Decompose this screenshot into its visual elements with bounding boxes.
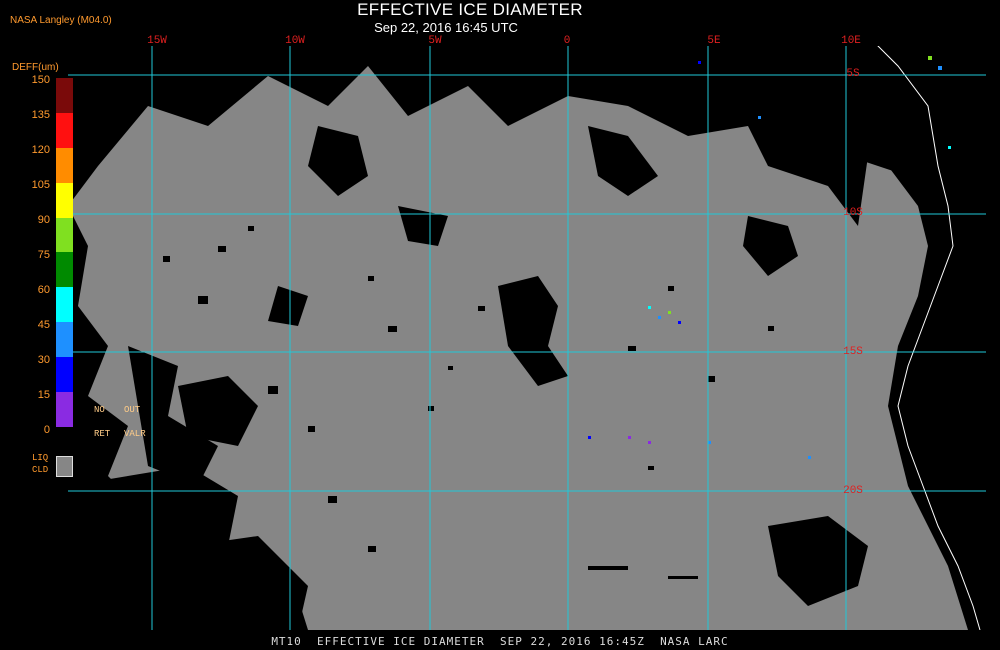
no-ret-label-line2: RET [94, 429, 111, 439]
color-scale-segment [56, 357, 73, 393]
legend-tick: 30 [37, 354, 50, 366]
satellite-map[interactable] [68, 46, 986, 630]
out-valr-label-line2: VALR [124, 429, 146, 439]
liq-cld-label-line2: CLD [32, 465, 49, 475]
out-valr-label-line1: OUT [124, 405, 141, 415]
color-scale-segment [56, 78, 73, 113]
color-scale-segment [56, 112, 73, 148]
legend-tick: 15 [37, 389, 50, 401]
legend-tick: 105 [31, 179, 50, 191]
legend-tick: 90 [37, 214, 50, 226]
legend-tick: 135 [31, 109, 50, 121]
footer-caption: MT10 EFFECTIVE ICE DIAMETER SEP 22, 2016… [271, 635, 729, 648]
color-scale-segment [56, 147, 73, 183]
lat-label-15s: 15S [843, 346, 863, 358]
legend-tick: 75 [37, 249, 50, 261]
map-title: EFFECTIVE ICE DIAMETER [357, 0, 583, 19]
color-scale-segment [56, 392, 73, 427]
color-scale-segment [56, 217, 73, 253]
no-ret-label-line1: NO [94, 405, 105, 415]
color-scale-segment [56, 252, 73, 288]
legend-tick: 0 [43, 424, 50, 436]
producer-label: NASA Langley (M04.0) [10, 15, 112, 26]
legend-tick: 60 [37, 284, 50, 296]
liq-cld-label-line1: LIQ [32, 453, 49, 463]
lat-label-20s: 20S [843, 485, 863, 497]
lat-label-10s: 10S [843, 207, 863, 219]
legend-tick: 45 [37, 319, 50, 331]
liq-cld-swatch [56, 456, 73, 477]
map-timestamp: Sep 22, 2016 16:45 UTC [374, 20, 518, 35]
color-scale-segment [56, 182, 73, 218]
legend-title: DEFF(um) [12, 62, 59, 73]
lat-label-5s: 5S [846, 68, 860, 80]
color-scale-segment [56, 322, 73, 358]
color-scale-bar [56, 78, 73, 427]
legend-tick: 150 [31, 74, 50, 86]
color-scale-segment [56, 287, 73, 323]
legend-tick: 120 [31, 144, 50, 156]
